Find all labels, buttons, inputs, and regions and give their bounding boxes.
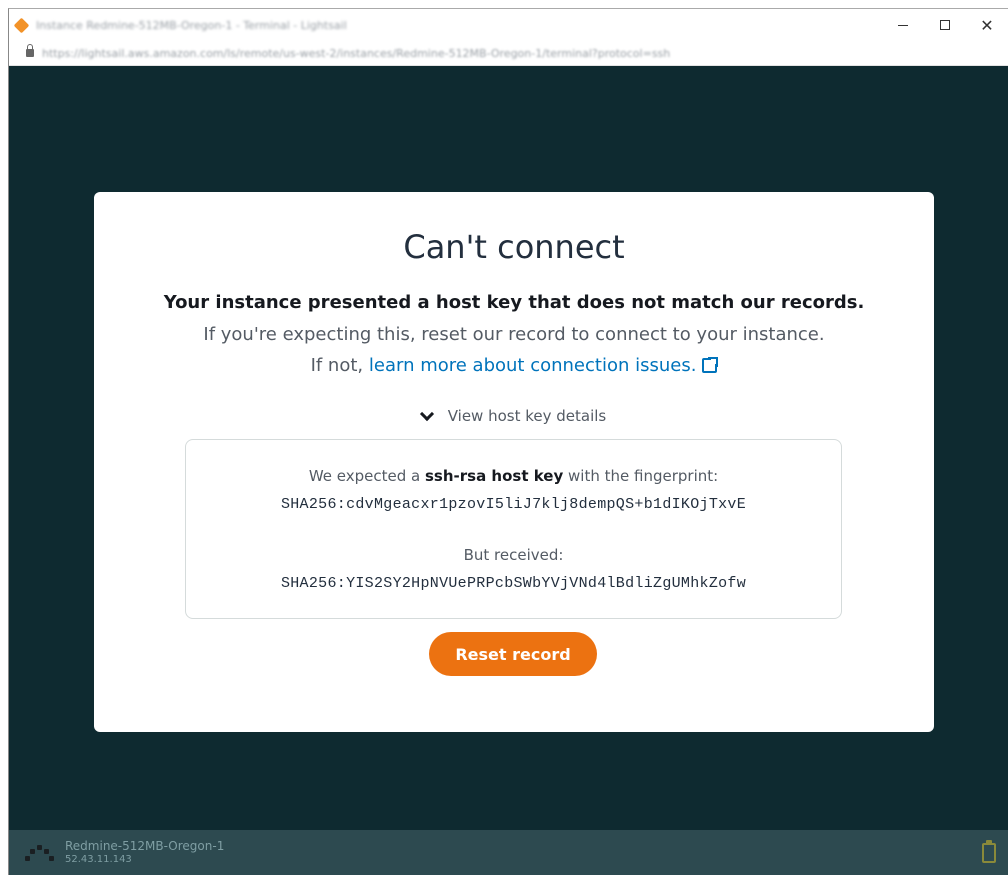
address-bar[interactable]: https://lightsail.aws.amazon.com/ls/remo… <box>9 41 1008 66</box>
instance-info: Redmine-512MB-Oregon-1 52.43.11.143 <box>65 839 224 867</box>
maximize-button[interactable] <box>924 9 966 41</box>
clipboard-icon[interactable] <box>982 840 996 863</box>
reset-hint-text: If you're expecting this, reset our reco… <box>203 324 825 345</box>
dialog-title: Can't connect <box>403 228 625 266</box>
learn-more-link[interactable]: learn more about connection issues. <box>369 355 697 376</box>
learn-more-prefix: If not, <box>310 355 364 376</box>
lock-icon <box>26 44 34 57</box>
reset-record-button[interactable]: Reset record <box>429 632 597 676</box>
toggle-label: View host key details <box>447 407 607 425</box>
terminal-status-bar: Redmine-512MB-Oregon-1 52.43.11.143 <box>9 830 1008 875</box>
external-link-icon[interactable] <box>702 356 720 373</box>
chevron-down-icon <box>419 406 434 421</box>
instance-ip: 52.43.11.143 <box>65 854 132 865</box>
browser-window: Instance Redmine-512MB-Oregon-1 - Termin… <box>8 8 1008 875</box>
title-bar: Instance Redmine-512MB-Oregon-1 - Termin… <box>9 9 1008 41</box>
expected-key-type: ssh-rsa host key <box>424 467 564 485</box>
close-button[interactable]: ✕ <box>966 9 1008 41</box>
host-key-details-panel: We expected a ssh-rsa host key with the … <box>185 439 842 619</box>
expected-fingerprint: SHA256:cdvMgeacxr1pzovI5liJ7klj8dempQS+b… <box>280 496 747 513</box>
minimize-button[interactable] <box>882 9 924 41</box>
expected-key-label: We expected a ssh-rsa host key with the … <box>186 467 841 485</box>
terminal-viewport: Can't connect Your instance presented a … <box>9 66 1008 830</box>
maximize-icon <box>940 20 950 30</box>
host-key-details-toggle[interactable]: View host key details <box>94 406 934 425</box>
url-text[interactable]: https://lightsail.aws.amazon.com/ls/remo… <box>42 47 802 60</box>
instance-icon <box>25 844 55 862</box>
minimize-icon <box>898 24 908 26</box>
lightsail-app-icon <box>13 17 30 33</box>
expected-prefix: We expected a <box>308 467 421 485</box>
expected-suffix: with the fingerprint: <box>568 467 719 485</box>
cant-connect-dialog: Can't connect Your instance presented a … <box>94 192 934 732</box>
close-icon: ✕ <box>980 15 994 35</box>
window-title: Instance Redmine-512MB-Oregon-1 - Termin… <box>36 18 347 32</box>
learn-more-line: If not, learn more about connection issu… <box>94 355 934 376</box>
window-controls: ✕ <box>882 9 1008 41</box>
received-fingerprint: SHA256:YIS2SY2HpNVUePRPcbSWbYVjVNd4lBdli… <box>280 575 747 592</box>
dialog-subtitle: Your instance presented a host key that … <box>163 292 865 313</box>
instance-name: Redmine-512MB-Oregon-1 <box>65 839 225 853</box>
received-label: But received: <box>463 546 564 564</box>
